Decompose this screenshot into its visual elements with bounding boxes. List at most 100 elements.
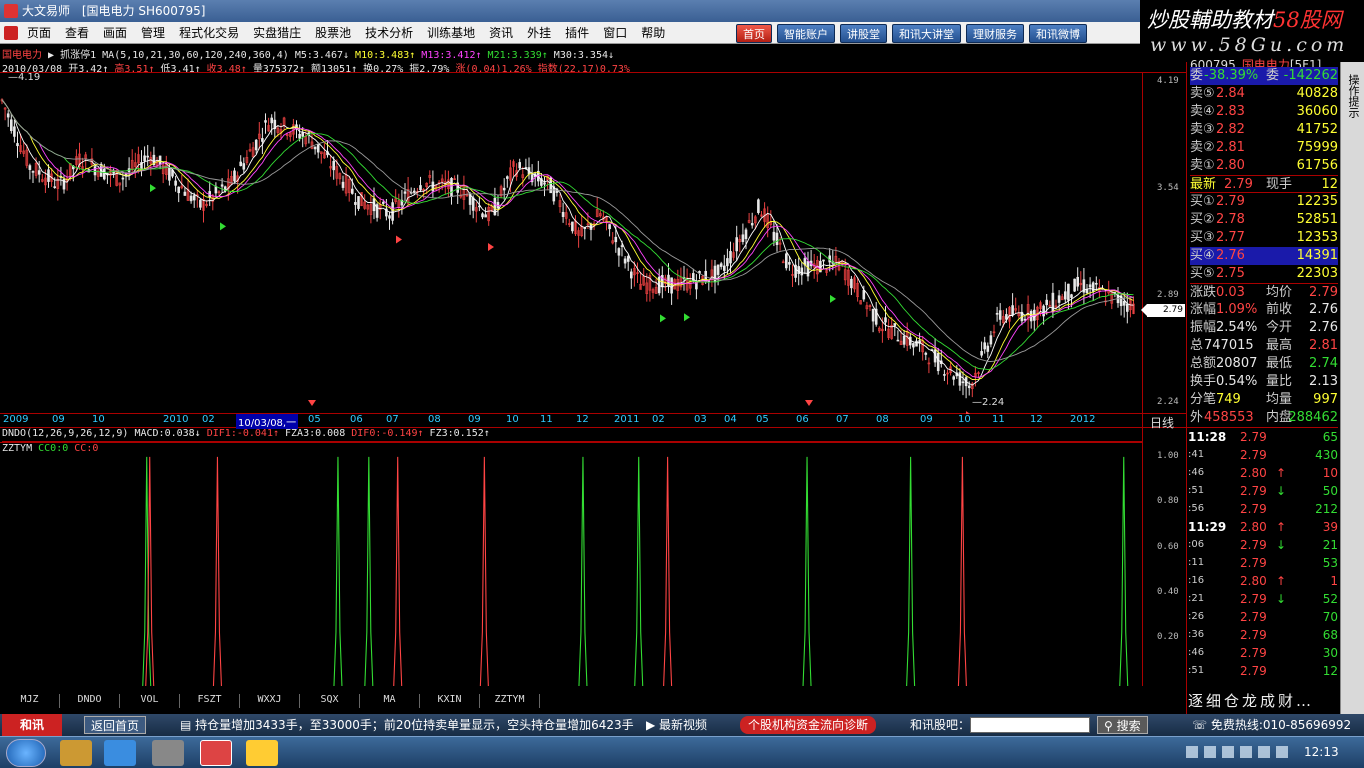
video-label: 最新视频 [659, 718, 708, 732]
video-icon: ▶ [646, 718, 660, 732]
menu-item-6[interactable]: 股票池 [308, 22, 358, 44]
price-tick-3: 2.24 [1157, 397, 1179, 407]
flag-tray-icon[interactable] [1204, 746, 1216, 758]
top-button-4[interactable]: 理财服务 [966, 24, 1024, 43]
trading-app-taskbar-icon[interactable] [200, 740, 232, 766]
side-tab[interactable]: 操作提示 [1340, 62, 1364, 714]
home-button[interactable]: 返回首页 [84, 716, 147, 734]
buy-level-5[interactable]: 买⑤ 2.75 22303 [1190, 265, 1338, 283]
menu-item-8[interactable]: 训练基地 [420, 22, 482, 44]
top-button-2[interactable]: 讲股堂 [840, 24, 887, 43]
candle-body [1122, 300, 1126, 306]
candle-body [912, 343, 915, 348]
menu-item-2[interactable]: 画面 [96, 22, 134, 44]
start-button[interactable] [6, 739, 46, 767]
indicator-tab-0[interactable]: MJZ [0, 694, 60, 708]
sell-level-3[interactable]: 卖③ 2.82 41752 [1190, 121, 1338, 139]
qq-taskbar-icon[interactable] [246, 740, 278, 766]
menu-item-7[interactable]: 技术分析 [358, 22, 420, 44]
tick-time: :16 [1188, 575, 1205, 586]
candle-body [341, 181, 345, 188]
video-link[interactable]: ▶ 最新视频 [646, 714, 707, 736]
buy-level-3[interactable]: 买③ 2.77 12353 [1190, 229, 1338, 247]
candle-body [233, 170, 236, 182]
media-taskbar-icon[interactable] [152, 740, 184, 766]
tick-time: :51 [1188, 665, 1205, 676]
sell-level-1[interactable]: 卖① 2.80 61756 [1190, 157, 1338, 175]
menu-item-12[interactable]: 窗口 [596, 22, 634, 44]
tick-price: 2.79 [1240, 646, 1267, 660]
indicator-tab-3[interactable]: FSZT [180, 694, 240, 708]
top-button-1[interactable]: 智能账户 [777, 24, 835, 43]
menu-item-1[interactable]: 查看 [58, 22, 96, 44]
candle-body [862, 290, 866, 300]
tick-price: 2.79 [1240, 502, 1267, 516]
hexun-logo[interactable]: 和讯 [2, 714, 62, 736]
buy-level-1-volume: 12235 [1296, 194, 1338, 209]
candle-body [1070, 294, 1073, 298]
tray-icon-1[interactable] [1186, 746, 1198, 758]
stock-title: [国电电力 SH600795] [81, 4, 206, 18]
explorer-taskbar-icon[interactable] [60, 740, 92, 766]
menu-item-11[interactable]: 插件 [558, 22, 596, 44]
candle-body [952, 376, 956, 380]
bottom-links[interactable]: 逐细仓龙成财… [1188, 690, 1314, 711]
indicator-tab-7[interactable]: KXIN [420, 694, 480, 708]
network-tray-icon[interactable] [1222, 746, 1234, 758]
candle-body [958, 372, 962, 386]
menu-item-0[interactable]: 页面 [20, 22, 58, 44]
buy-level-2-price: 2.78 [1216, 212, 1245, 227]
system-clock[interactable]: 12:13 [1304, 745, 1339, 759]
tick-volume: 39 [1322, 520, 1338, 534]
menu-item-5[interactable]: 实盘猎庄 [246, 22, 308, 44]
tray-icon-4[interactable] [1240, 746, 1252, 758]
stat-value-2: 2.54% [1216, 320, 1258, 335]
top-button-0[interactable]: 首页 [736, 24, 772, 43]
sell-level-2[interactable]: 卖② 2.81 75999 [1190, 139, 1338, 157]
buy-level-1[interactable]: 买① 2.79 12235 [1190, 193, 1338, 211]
sell-level-5[interactable]: 卖⑤ 2.84 40828 [1190, 85, 1338, 103]
menu-item-3[interactable]: 管理 [134, 22, 172, 44]
candle-body [1067, 283, 1070, 301]
top-button-3[interactable]: 和讯大讲堂 [892, 24, 961, 43]
indicator-tab-1[interactable]: DNDO [60, 694, 120, 708]
signal-arrow-4 [660, 314, 666, 323]
tick-row: 11:29 2.80 ↑ 39 [1188, 518, 1338, 536]
candle-body [902, 335, 906, 345]
news-ticker[interactable]: ▤ 持仓量增加3433手，至33000手；前20位持卖单量显示，空头持仓量增加6… [180, 714, 634, 736]
diagnosis-button[interactable]: 个股机构资金流向诊断 [740, 716, 877, 734]
indicator-tab-4[interactable]: WXXJ [240, 694, 300, 708]
forum-search-input[interactable] [970, 717, 1090, 733]
volume-tray-icon[interactable] [1276, 746, 1288, 758]
stat-value-1: 1.09% [1216, 302, 1258, 317]
menu-item-13[interactable]: 帮助 [634, 22, 672, 44]
buy-level-4[interactable]: 买④ 2.76 14391 [1190, 247, 1338, 265]
search-button[interactable]: ⚲ 搜索 [1097, 716, 1148, 734]
buy-level-2[interactable]: 买② 2.78 52851 [1190, 211, 1338, 229]
candle-body [850, 278, 853, 289]
top-button-5[interactable]: 和讯微博 [1029, 24, 1087, 43]
indicator-tab-8[interactable]: ZZTYM [480, 694, 540, 708]
kline-chart[interactable] [0, 74, 1142, 414]
indicator-tab-2[interactable]: VOL [120, 694, 180, 708]
sell-level-4[interactable]: 卖④ 2.83 36060 [1190, 103, 1338, 121]
indicator-tab-5[interactable]: SQX [300, 694, 360, 708]
tick-row: :06 2.79 ↓ 21 [1188, 536, 1338, 554]
candle-body [354, 202, 357, 205]
ie-taskbar-icon[interactable] [104, 740, 136, 766]
dndo-params[interactable]: DNDO(12,26,9,26,12,9) [2, 428, 128, 439]
menu-item-4[interactable]: 程式化交易 [172, 22, 246, 44]
menu-item-10[interactable]: 外挂 [520, 22, 558, 44]
price-tick-2: 2.89 [1157, 290, 1179, 300]
tray-icon-5[interactable] [1258, 746, 1270, 758]
indicator-tab-6[interactable]: MA [360, 694, 420, 708]
period-button[interactable]: 日线 [1150, 414, 1174, 431]
zztym-spike-13 [1119, 456, 1129, 687]
buy-level-4-volume: 14391 [1296, 248, 1338, 263]
tick-row: :51 2.79 ↓ 50 [1188, 482, 1338, 500]
time-tick-15: 02 [652, 414, 665, 425]
tick-time: :26 [1188, 611, 1205, 622]
menu-item-9[interactable]: 资讯 [482, 22, 520, 44]
zztym-chart[interactable] [0, 442, 1142, 688]
candle-body [986, 345, 990, 352]
